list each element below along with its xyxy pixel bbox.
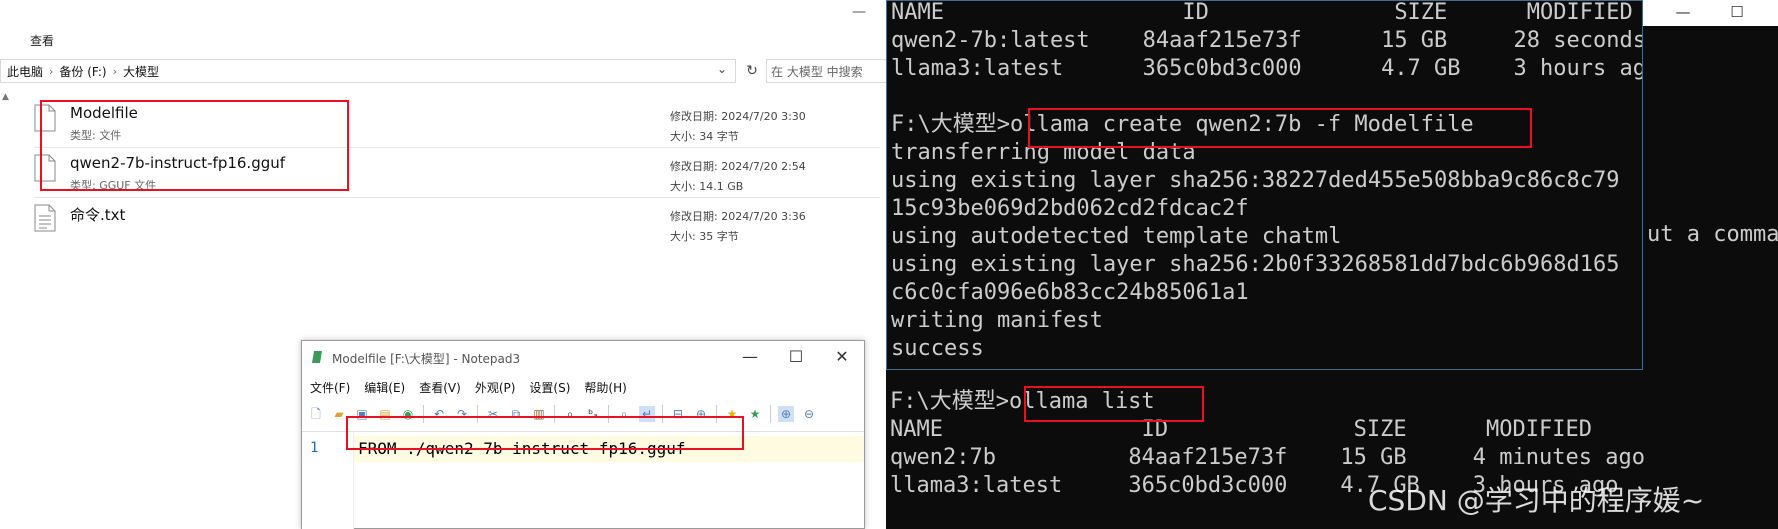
terminal-line: NAME ID SIZE MODIFIED	[891, 0, 1633, 25]
file-size: 大小: 35 字节	[670, 230, 739, 243]
zoom-icon[interactable]: ⊕	[778, 406, 794, 422]
menu-view[interactable]: 查看(V)	[419, 379, 461, 396]
open-folder-icon[interactable]: ▰	[331, 406, 347, 422]
terminal-line: NAME ID SIZE MODIFIED	[890, 417, 1592, 442]
maximize-button[interactable]: ☐	[786, 347, 806, 366]
menu-settings[interactable]: 设置(S)	[529, 379, 570, 396]
highlight-box-list-command	[1024, 386, 1204, 422]
maximize-button[interactable]: ☐	[1727, 3, 1747, 21]
row-divider	[34, 197, 880, 198]
toolbar-separator	[770, 405, 771, 423]
background-terminal: — ☐ ut a comma	[1643, 0, 1778, 370]
file-date: 修改日期: 2024/7/20 2:54	[670, 160, 806, 173]
search-input[interactable]: 在 大模型 中搜索	[766, 59, 890, 83]
terminal-line: qwen2:7b 84aaf215e73f 15 GB 4 minutes ag…	[890, 445, 1645, 470]
scroll-up-icon[interactable]: ▲	[2, 92, 9, 102]
highlight-box-create-command	[1028, 108, 1532, 148]
menu-bar: 文件(F) 编辑(E) 查看(V) 外观(P) 设置(S) 帮助(H)	[310, 379, 627, 396]
chevron-right-icon: ›	[49, 64, 54, 78]
refresh-icon[interactable]: ↻	[742, 61, 762, 81]
file-size: 大小: 14.1 GB	[670, 180, 744, 193]
menu-appearance[interactable]: 外观(P)	[475, 379, 516, 396]
terminal-window-top[interactable]: NAME ID SIZE MODIFIED qwen2-7b:latest 84…	[886, 0, 1643, 370]
terminal-line: success	[891, 336, 984, 361]
terminal-line: writing manifest	[891, 308, 1103, 333]
new-file-icon[interactable]: 🗋	[308, 406, 324, 422]
minimize-button[interactable]: —	[1673, 3, 1693, 21]
file-size: 大小: 34 字节	[670, 130, 739, 143]
terminal-line: c6c0cfa096e6b83cc24b85061a1	[891, 280, 1249, 305]
breadcrumb-drive[interactable]: 备份 (F:)	[59, 63, 106, 80]
close-button[interactable]: ✕	[832, 347, 852, 366]
terminal-line: 15c93be069d2bd062cd2fdcac2f	[891, 196, 1249, 221]
minimize-button[interactable]: —	[740, 347, 760, 366]
text-file-icon	[34, 204, 56, 232]
terminal-line: llama3:latest 365c0bd3c000 4.7 GB 3 hour…	[891, 56, 1643, 81]
file-date: 修改日期: 2024/7/20 3:36	[670, 210, 806, 223]
terminal-line: qwen2-7b:latest 84aaf215e73f 15 GB 28 se…	[891, 28, 1643, 53]
terminal-line: using existing layer sha256:2b0f33268581…	[891, 252, 1620, 277]
file-date: 修改日期: 2024/7/20 3:30	[670, 110, 806, 123]
terminal-line: ut a comma	[1647, 222, 1778, 247]
line-number: 1	[310, 440, 319, 456]
add-favorite-icon[interactable]: ★	[747, 406, 763, 422]
zoom-out-icon[interactable]: ⊖	[801, 406, 817, 422]
notepad-icon	[312, 351, 322, 363]
minimize-button[interactable]: —	[852, 4, 866, 20]
highlight-box-files	[40, 100, 349, 191]
file-name: 命令.txt	[70, 206, 126, 224]
menu-file[interactable]: 文件(F)	[310, 379, 350, 396]
highlight-box-modelfile-content	[346, 416, 744, 450]
breadcrumb-this-pc[interactable]: 此电脑	[1, 63, 43, 80]
csdn-watermark: CSDN @学习中的程序媛~	[1368, 484, 1705, 517]
title-bar[interactable]: Modelfile [F:\大模型] - Notepad3 — ☐ ✕	[302, 341, 864, 373]
menu-help[interactable]: 帮助(H)	[584, 379, 626, 396]
address-bar[interactable]: 此电脑 › 备份 (F:) › 大模型 ⌄	[0, 59, 736, 83]
terminal-line: using autodetected template chatml	[891, 224, 1342, 249]
file-item-txt[interactable]: 命令.txt 修改日期: 2024/7/20 3:36 大小: 35 字节	[34, 200, 890, 248]
ribbon-tab-view[interactable]: 查看	[30, 32, 54, 49]
chevron-right-icon: ›	[112, 64, 118, 78]
background-title-bar: — ☐	[1643, 0, 1778, 26]
chevron-down-icon[interactable]: ⌄	[717, 62, 727, 76]
breadcrumb-folder[interactable]: 大模型	[123, 63, 159, 80]
terminal-line: using existing layer sha256:38227ded455e…	[891, 168, 1620, 193]
window-title: Modelfile [F:\大模型] - Notepad3	[332, 352, 521, 366]
menu-edit[interactable]: 编辑(E)	[364, 379, 405, 396]
